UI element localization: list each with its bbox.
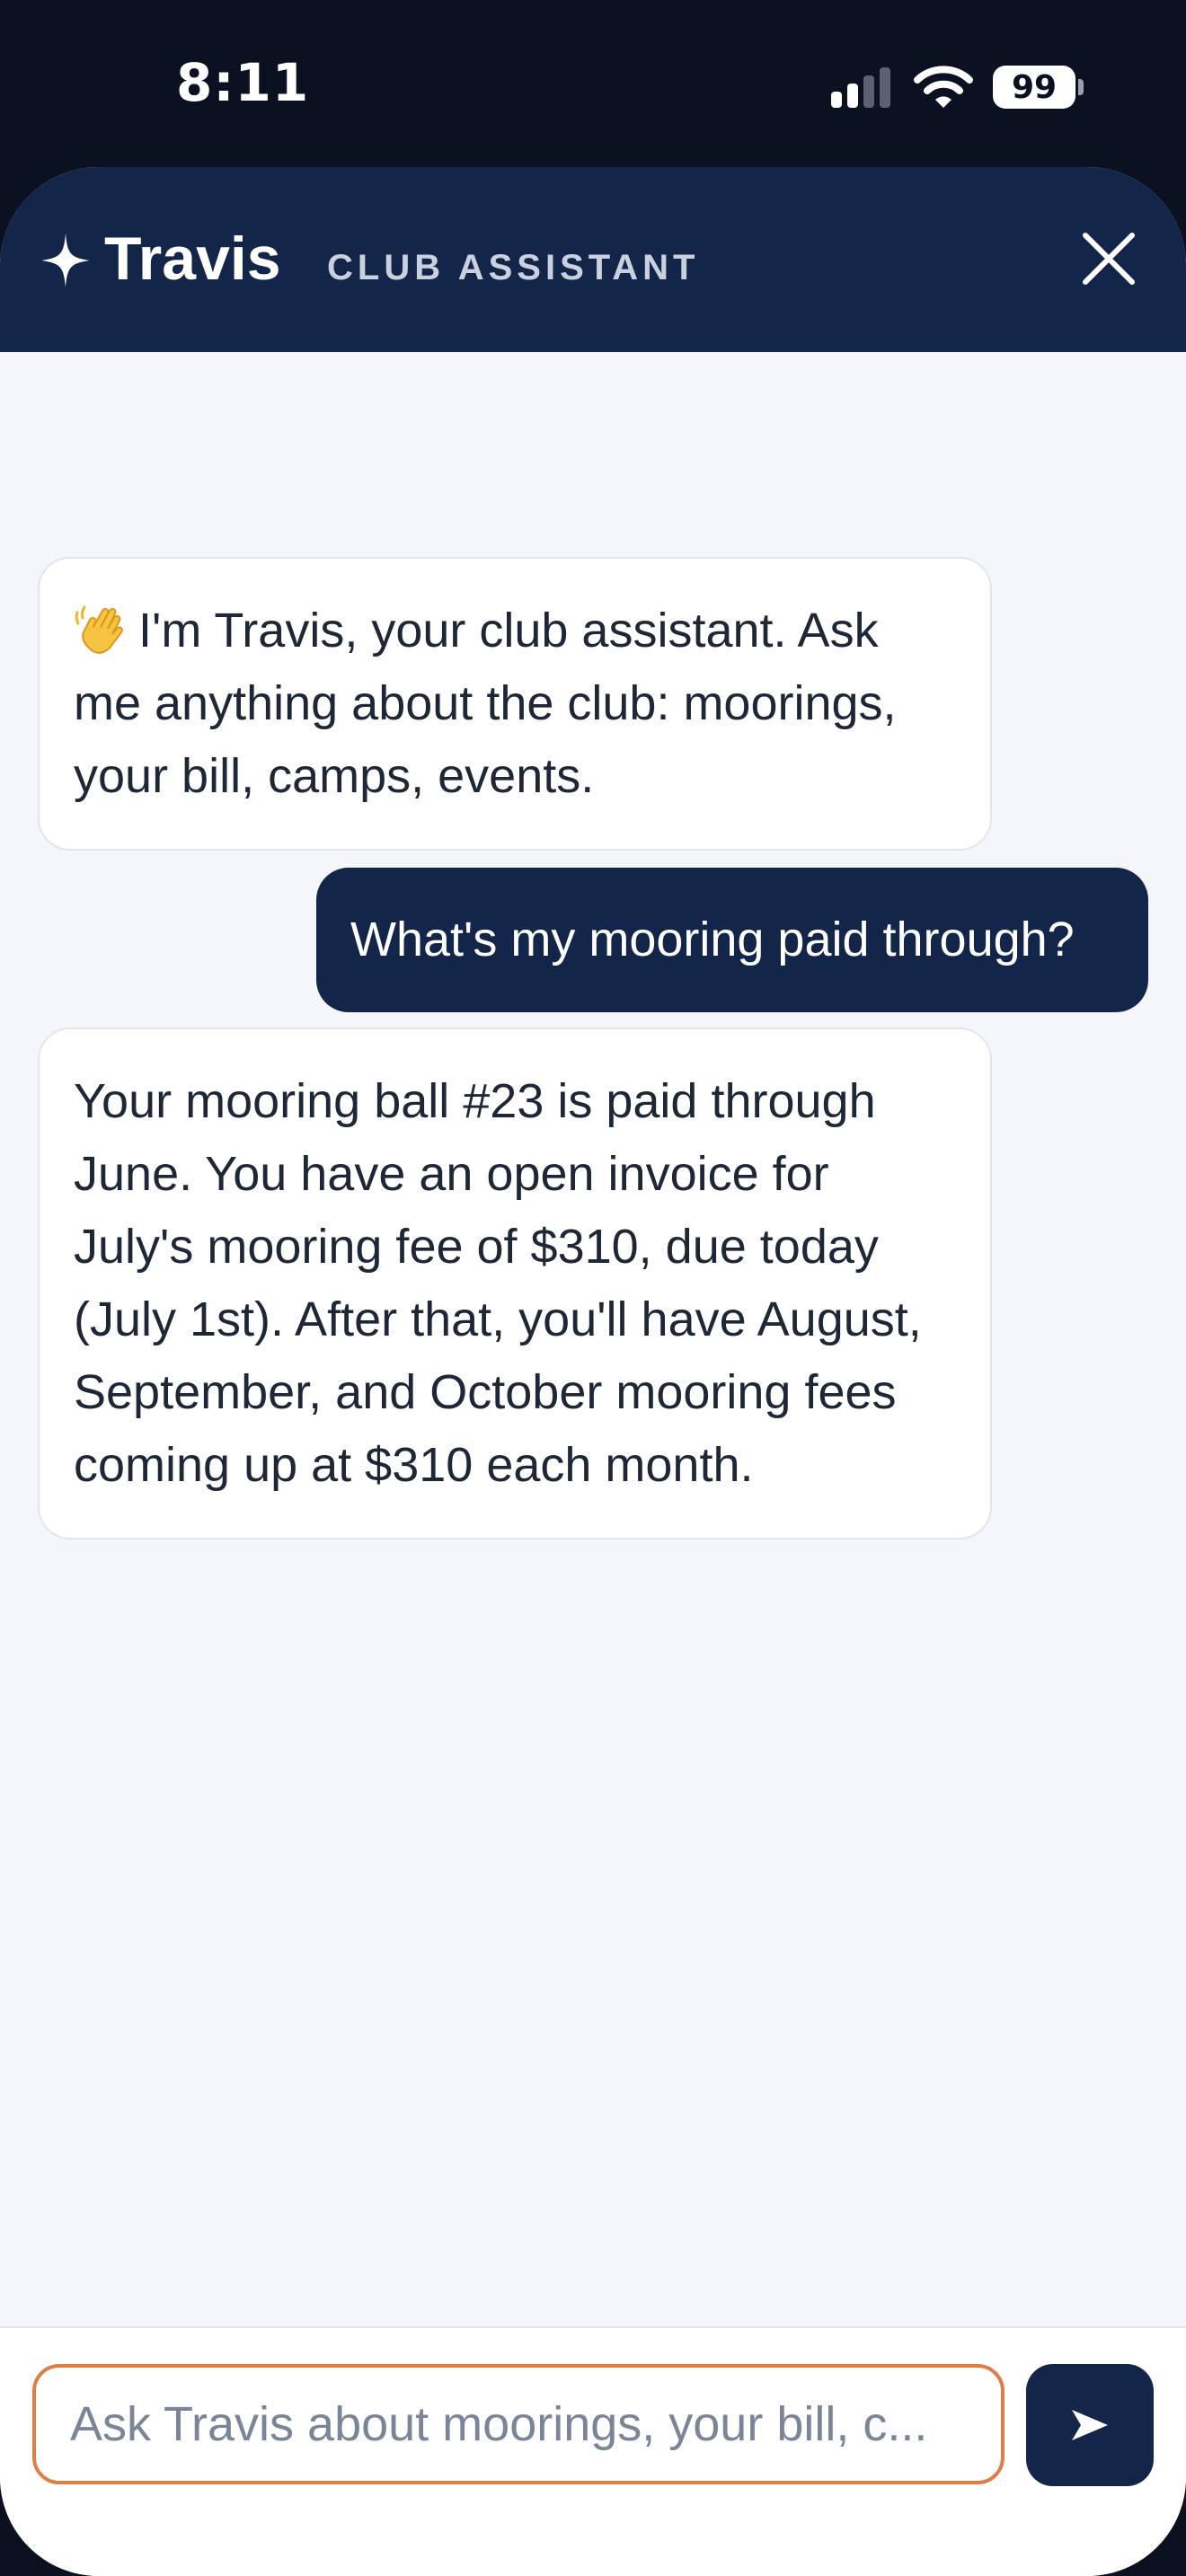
status-bar: 8:11 99 <box>0 0 1186 167</box>
send-icon <box>1072 2410 1108 2440</box>
assistant-message: I'm Travis, your club assistant. Ask me … <box>38 557 992 851</box>
waving-hand-icon <box>75 605 123 654</box>
battery-level: 99 <box>993 66 1075 109</box>
assistant-name: Travis <box>104 225 281 293</box>
close-icon <box>1083 233 1135 285</box>
sparkle-icon <box>41 234 90 287</box>
chat-sheet: Travis CLUB ASSISTANT I'm Travis, your c… <box>0 167 1186 2576</box>
close-button[interactable] <box>1073 223 1145 295</box>
chat-header: Travis CLUB ASSISTANT <box>0 167 1186 352</box>
message-text: Your mooring ball #23 is paid through Ju… <box>74 1074 922 1492</box>
composer <box>0 2326 1186 2576</box>
status-icons: 99 <box>829 63 1084 111</box>
message-list[interactable]: I'm Travis, your club assistant. Ask me … <box>0 352 1186 2328</box>
battery-icon: 99 <box>993 66 1084 109</box>
send-button[interactable] <box>1026 2364 1154 2486</box>
message-text: What's my mooring paid through? <box>350 913 1075 966</box>
message-input[interactable] <box>32 2364 1005 2484</box>
status-time: 8:11 <box>176 52 310 113</box>
battery-cap <box>1078 79 1084 95</box>
signal-icon <box>831 67 890 108</box>
assistant-subtitle: CLUB ASSISTANT <box>327 248 700 287</box>
message-text: I'm Travis, your club assistant. Ask me … <box>74 604 897 803</box>
assistant-message: Your mooring ball #23 is paid through Ju… <box>38 1028 992 1539</box>
wifi-icon <box>914 66 973 108</box>
user-message: What's my mooring paid through? <box>316 868 1148 1012</box>
